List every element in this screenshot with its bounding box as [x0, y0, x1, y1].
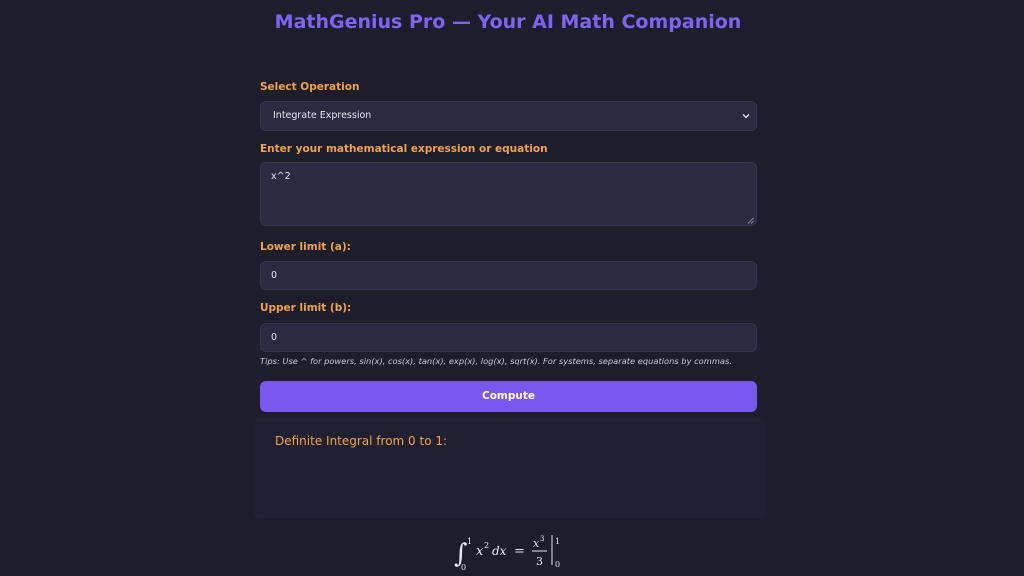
expression-label: Enter your mathematical expression or eq…	[260, 143, 548, 155]
lower-limit-input[interactable]: 0	[260, 261, 757, 290]
operation-label: Select Operation	[260, 81, 360, 93]
upper-limit-label: Upper limit (b):	[260, 302, 352, 314]
evaluation-upper: 1	[555, 537, 560, 546]
app-page: MathGenius Pro — Your AI Math Companion …	[0, 0, 1024, 576]
numerator-exponent: 3	[540, 535, 544, 543]
lower-limit-label: Lower limit (a):	[260, 241, 351, 253]
math-form: Select Operation Integrate Expression En…	[260, 80, 757, 412]
upper-limit-value: 0	[271, 332, 278, 343]
expression-value: x^2	[271, 171, 291, 182]
tips-text: Tips: Use ^ for powers, sin(x), cos(x), …	[260, 356, 732, 366]
operation-select[interactable]: Integrate Expression	[260, 101, 757, 131]
equals-sign: =	[514, 544, 525, 559]
upper-limit-input[interactable]: 0	[260, 323, 757, 352]
chevron-down-icon	[740, 102, 752, 130]
integrand-base: x	[476, 544, 484, 559]
integral-lower-limit: 0	[461, 563, 466, 572]
numerator-base: x	[533, 537, 540, 550]
expression-textarea[interactable]: x^2	[260, 162, 757, 226]
result-heading: Definite Integral from 0 to 1:	[275, 434, 448, 448]
integral-formula: ∫ 1 0 x 2 dx = x 3 3 1 0	[454, 535, 560, 572]
evaluation-lower: 0	[555, 560, 560, 569]
integrand-exponent: 2	[484, 541, 489, 550]
page-title: MathGenius Pro — Your AI Math Companion	[274, 11, 742, 33]
resize-grip-icon[interactable]	[747, 216, 754, 224]
operation-select-value: Integrate Expression	[273, 110, 372, 121]
denominator: 3	[536, 555, 543, 568]
compute-button[interactable]: Compute	[260, 381, 757, 412]
lower-limit-value: 0	[271, 270, 278, 281]
differential: dx	[492, 544, 507, 558]
integral-upper-limit: 1	[467, 537, 472, 546]
result-card: Definite Integral from 0 to 1:	[254, 418, 766, 519]
